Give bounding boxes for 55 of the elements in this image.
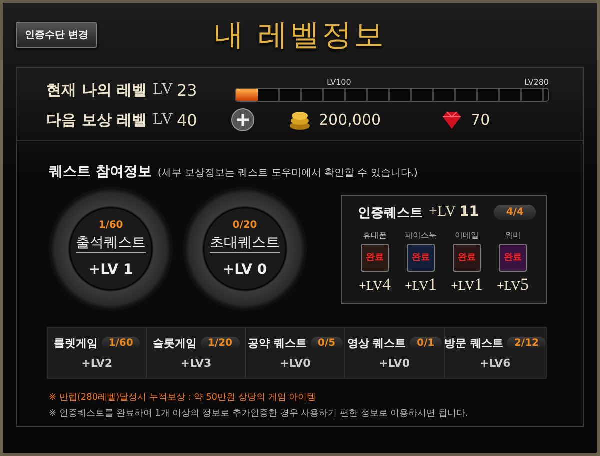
coins-icon bbox=[289, 109, 311, 131]
quest-name: 룰렛게임 bbox=[54, 336, 98, 351]
complete-badge: 완료 bbox=[360, 244, 389, 272]
quest-count: 1/60 bbox=[98, 220, 124, 231]
lv-prefix: LV bbox=[152, 81, 174, 99]
quest-count: 0/5 bbox=[311, 337, 343, 350]
level-value: 23 bbox=[177, 80, 198, 100]
footnote: ※ 만렙(280레벨)달성시 누적보상 : 약 50만원 상당의 게임 아이템 bbox=[49, 392, 318, 404]
auth-method-reward: +LV1 bbox=[451, 274, 483, 294]
auth-method-name: 페이스북 bbox=[404, 230, 437, 240]
quest-name: 방문 퀘스트 bbox=[444, 336, 504, 351]
auth-method-name: 휴대폰 bbox=[362, 230, 387, 240]
section-title: 퀘스트 참여정보 bbox=[49, 163, 152, 181]
quest-name: 슬롯게임 bbox=[152, 336, 197, 351]
quest-name: 영상 퀘스트 bbox=[347, 336, 406, 351]
auth-method-name: 이메일 bbox=[454, 230, 479, 240]
auth-quest-title: 인증퀘스트 bbox=[358, 204, 423, 222]
plus-icon bbox=[231, 108, 255, 132]
complete-badge: 완료 bbox=[498, 244, 527, 272]
gem-amount: 70 bbox=[471, 111, 490, 129]
quest-name: 출석퀘스트 bbox=[76, 234, 146, 253]
auth-quest-count: 4/4 bbox=[494, 205, 536, 220]
auth-method-reward: +LV5 bbox=[496, 274, 529, 294]
page-title: 내 레벨정보 bbox=[214, 18, 386, 53]
complete-badge: 완료 bbox=[406, 244, 435, 272]
auth-method-reward: +LV1 bbox=[405, 274, 437, 294]
quest-count: 1/60 bbox=[102, 337, 140, 350]
quest-name: 공약 퀘스트 bbox=[248, 336, 308, 351]
footnote: ※ 인증퀘스트를 완료하여 1개 이상의 정보로 추가인증한 경우 사용하기 편한 정보로 이용하시면 됩니다. bbox=[49, 408, 470, 420]
quest-reward: +LV 0 bbox=[222, 262, 268, 278]
gem-icon bbox=[441, 110, 464, 130]
quest-count: 0/20 bbox=[232, 220, 258, 231]
quest-count: 1/20 bbox=[200, 337, 240, 350]
quest-reward: +LV3 bbox=[180, 357, 212, 370]
lv-prefix: LV bbox=[152, 111, 174, 129]
auth-quest-bonus: +LV 11 bbox=[429, 204, 480, 221]
tick-label: LV280 bbox=[524, 78, 549, 88]
level-label: 현재 나의 레벨 bbox=[46, 80, 147, 100]
quest-reward: +LV 1 bbox=[88, 262, 134, 278]
coin-amount: 200,000 bbox=[319, 111, 382, 129]
change-auth-button[interactable]: 인증수단 변경 bbox=[16, 22, 98, 48]
auth-method-name: 위미 bbox=[504, 230, 521, 240]
section-note: (세부 보상정보는 퀘스트 도우미에서 확인할 수 있습니다.) bbox=[158, 167, 418, 180]
quest-count: 0/1 bbox=[410, 337, 442, 350]
quest-name: 초대퀘스트 bbox=[210, 234, 280, 253]
quest-reward: +LV2 bbox=[82, 357, 113, 370]
tick-label: LV100 bbox=[327, 78, 352, 88]
complete-badge: 완료 bbox=[452, 244, 481, 272]
level-label: 다음 보상 레벨 bbox=[46, 110, 147, 130]
quest-reward: +LV0 bbox=[379, 357, 410, 370]
quest-reward: +LV6 bbox=[480, 357, 511, 370]
auth-method-reward: +LV4 bbox=[359, 274, 391, 294]
quest-reward: +LV0 bbox=[280, 357, 311, 370]
quest-count: 2/12 bbox=[507, 337, 546, 350]
level-value: 40 bbox=[177, 110, 198, 130]
